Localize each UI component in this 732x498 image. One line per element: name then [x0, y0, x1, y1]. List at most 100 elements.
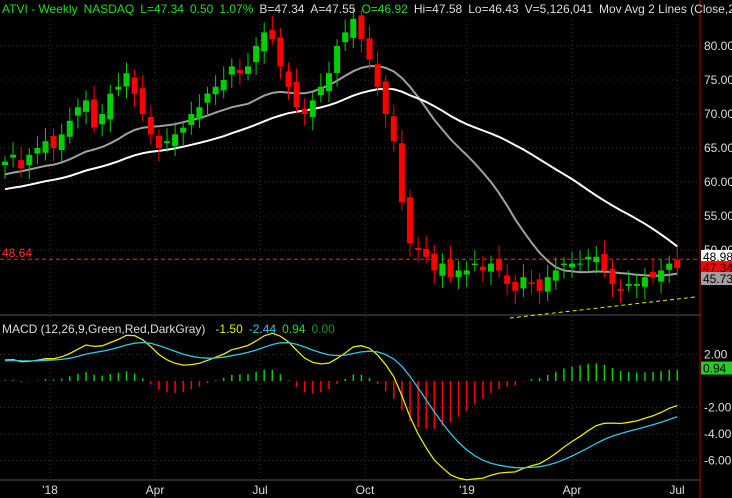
candle-body — [301, 108, 308, 114]
candle-body — [26, 154, 33, 166]
candle-body — [577, 263, 584, 265]
candle-body — [374, 64, 381, 87]
candle-body — [674, 259, 681, 269]
candle-body — [253, 46, 260, 62]
symbol: ATVI - Weekly — [2, 2, 78, 16]
candle-body — [212, 86, 219, 95]
candle-body — [236, 70, 243, 74]
candle-body — [269, 29, 276, 40]
price-marker: 45.73 — [703, 272, 732, 286]
candle-body — [317, 86, 324, 96]
candle-body — [91, 99, 98, 128]
macd-tick: -2.00 — [704, 401, 732, 415]
candle-body — [431, 253, 438, 271]
study-label: Mov Avg 2 Lines (Close,20,40 ... — [599, 2, 732, 16]
date-label: '18 — [42, 483, 58, 497]
macd-header: MACD (12,26,9,Green,Red,DarkGray) -1.50 -2… — [2, 322, 335, 336]
candle-body — [439, 263, 446, 276]
candle-body — [285, 71, 292, 87]
price-tick: 55.00 — [704, 209, 732, 223]
candle-body — [504, 275, 511, 284]
candle-body — [58, 134, 65, 151]
candle-body — [34, 148, 41, 154]
candle-body — [569, 263, 575, 268]
date-label: Apr — [146, 483, 165, 497]
last-price: L=47.34 — [140, 2, 184, 16]
candle-body — [447, 259, 454, 278]
candle-body — [99, 114, 106, 125]
candle-body — [115, 86, 122, 90]
candle-body — [220, 80, 227, 91]
price-tick: 70.00 — [704, 107, 732, 121]
candle-body — [666, 263, 673, 270]
candle-body — [455, 270, 462, 278]
candle-body — [334, 46, 341, 73]
candle-body — [625, 284, 632, 286]
candle-body — [407, 197, 413, 244]
candle-body — [423, 248, 430, 257]
macd-label: MACD (12,26,9,Green,Red,DarkGray) — [2, 322, 205, 336]
candle-body — [50, 136, 57, 148]
price-tick: 65.00 — [704, 141, 732, 155]
candle-body — [147, 116, 154, 135]
candle-body — [471, 263, 478, 265]
candle-body — [131, 77, 138, 94]
candle-body — [585, 256, 592, 260]
candle-body — [512, 281, 519, 291]
signal-line — [4, 341, 678, 469]
candle-body — [2, 161, 8, 165]
candle-body — [326, 73, 332, 92]
candle-body — [658, 270, 665, 282]
date-label: Jul — [669, 483, 684, 497]
candle-body — [196, 107, 203, 120]
zero-value: 0.00 — [311, 322, 335, 336]
candle-body — [390, 116, 397, 142]
candle-body — [74, 107, 81, 116]
candle-body — [358, 15, 365, 40]
date-label: Apr — [563, 483, 582, 497]
bid: B=47.34 — [259, 2, 304, 16]
macd-tick: -6.00 — [704, 454, 732, 468]
header-quote: ATVI - Weekly NASDAQ L=47.34 0.50 1.07% B=47.… — [2, 2, 732, 16]
candle-body — [496, 258, 503, 271]
high: Hi=47.58 — [414, 2, 463, 16]
candle-body — [544, 277, 551, 292]
candle-body — [107, 93, 114, 120]
candle-body — [188, 114, 195, 125]
candle-body — [164, 141, 170, 144]
candle-body — [245, 66, 251, 74]
candle-body — [293, 81, 300, 108]
candle-body — [593, 256, 600, 263]
candle-body — [18, 160, 25, 169]
candle-body — [228, 66, 235, 75]
macd-tick: 2.00 — [704, 348, 728, 362]
volume: V=5,126,041 — [525, 2, 594, 16]
chart-window: 80.0075.0070.0065.0060.0055.0050.002.00-… — [0, 0, 732, 498]
chart-canvas[interactable]: 80.0075.0070.0065.0060.0055.0050.002.00-… — [0, 0, 732, 498]
macd-tick: -4.00 — [704, 427, 732, 441]
candle-body — [650, 271, 656, 278]
candle-body — [66, 120, 73, 137]
open: O=46.92 — [361, 2, 408, 16]
candle-body — [155, 135, 162, 148]
candle-body — [277, 37, 284, 67]
ma20-line — [4, 65, 678, 277]
signal-value: -2.44 — [249, 322, 277, 336]
candle-body — [479, 266, 486, 271]
candle-body — [180, 127, 187, 133]
candle-body — [139, 88, 146, 114]
candle-body — [83, 100, 89, 112]
candle-body — [463, 270, 470, 275]
hist-marker: 0.94 — [703, 362, 727, 376]
date-label: Oct — [356, 483, 375, 497]
price-tick: 60.00 — [704, 175, 732, 189]
candle-body — [536, 279, 543, 291]
candle-body — [528, 282, 535, 284]
candle-body — [172, 134, 179, 147]
pct-change: 1.07% — [219, 2, 253, 16]
candle-body — [350, 18, 357, 38]
candle-body — [261, 32, 268, 52]
candle-body — [609, 268, 616, 284]
candle-body — [342, 32, 349, 43]
candle-body — [123, 73, 130, 87]
